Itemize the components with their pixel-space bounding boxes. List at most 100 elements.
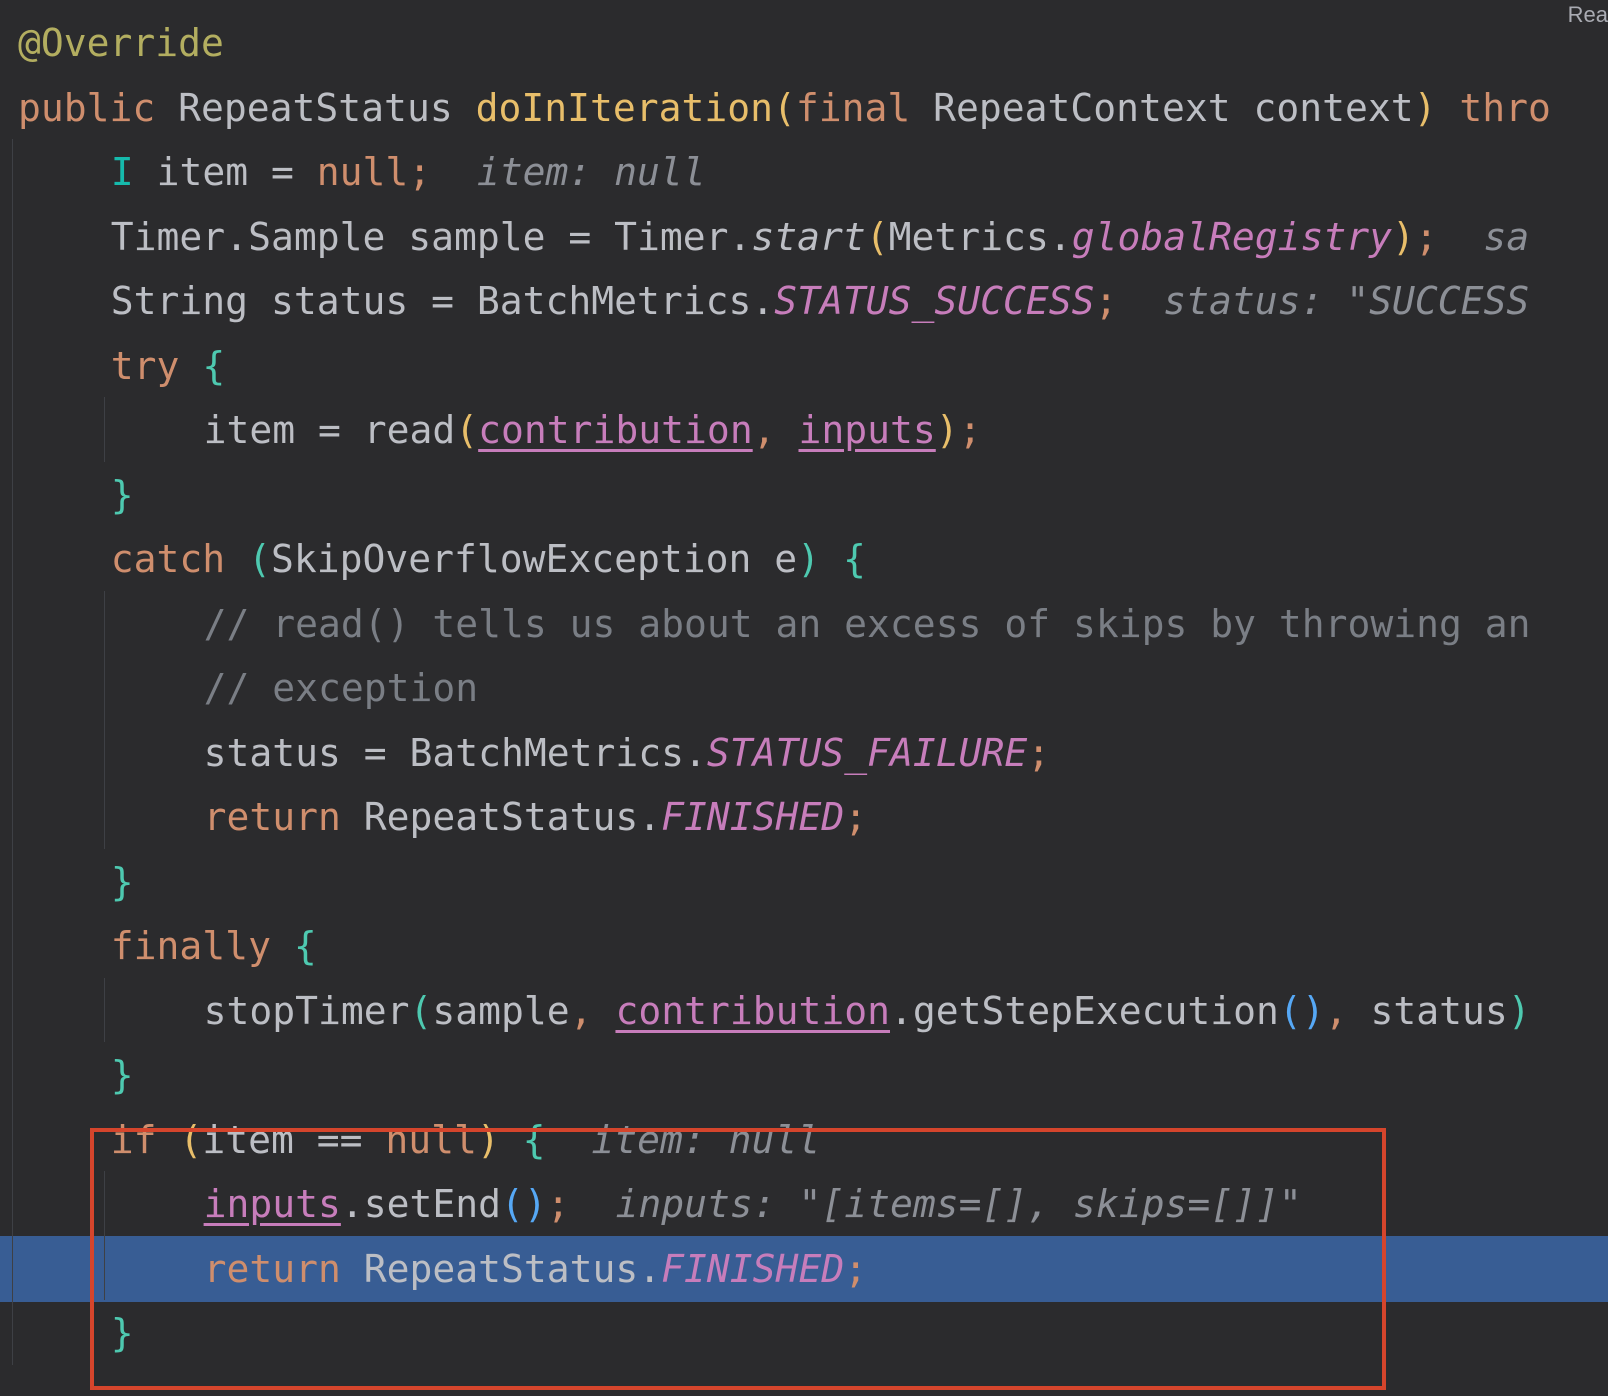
code-token: public	[18, 85, 156, 130]
code-token: (	[455, 408, 479, 452]
code-token: )	[1413, 85, 1437, 130]
code-token: ;	[408, 150, 432, 194]
code-token: ;	[958, 408, 982, 452]
code-token: if	[110, 1117, 157, 1162]
code-token: }	[110, 472, 134, 517]
code-token: (	[248, 537, 271, 581]
code-token: (	[773, 85, 796, 130]
code-token: SkipOverflowException e	[270, 537, 798, 581]
code-line[interactable]: public RepeatStatus doInIteration(final …	[0, 75, 1608, 141]
code-token: ;	[1027, 730, 1051, 775]
code-token: ,	[1324, 988, 1348, 1033]
code-line[interactable]: @Override	[0, 10, 1608, 76]
code-editor[interactable]: @Override public RepeatStatus doInIterati…	[0, 0, 1608, 1396]
code-line[interactable]: stopTimer(sample, contribution.getStepEx…	[0, 978, 1608, 1044]
code-token: contribution	[478, 408, 753, 452]
indent-guide	[104, 977, 105, 1042]
code-line[interactable]: // exception	[0, 655, 1608, 721]
code-line[interactable]: status = BatchMetrics.STATUS_FAILURE;	[0, 720, 1608, 786]
code-line[interactable]: if (item == null) { item: null	[0, 1107, 1608, 1173]
code-line[interactable]: }	[0, 462, 1608, 528]
code-token: inputs	[798, 408, 936, 452]
code-token: ,	[569, 988, 593, 1033]
code-line[interactable]: String status = BatchMetrics.STATUS_SUCC…	[0, 268, 1608, 334]
code-line[interactable]: item = read(contribution, inputs);	[0, 397, 1608, 463]
code-token: ,	[752, 408, 776, 452]
code-token: ;	[1094, 279, 1118, 323]
code-token: final	[795, 85, 911, 130]
code-token: RepeatStatus.	[340, 1246, 662, 1291]
code-token: globalRegistry	[1071, 214, 1392, 259]
code-token: inputs	[203, 1182, 341, 1226]
code-token: {	[202, 343, 226, 388]
code-token: {	[842, 537, 866, 581]
code-token: RepeatStatus.	[340, 795, 662, 839]
indent-guide	[104, 1171, 105, 1300]
code-token: RepeatContext context	[910, 85, 1414, 130]
code-token: status = BatchMetrics.	[203, 730, 707, 775]
code-token: inputs: "[items=[], skips=[]]"	[615, 1182, 1302, 1226]
code-token: status	[1347, 988, 1508, 1033]
code-token: item: null	[476, 150, 706, 194]
code-token: I	[110, 150, 134, 194]
code-token: }	[110, 1053, 134, 1097]
code-token: // read() tells us about an excess of sk…	[203, 601, 1531, 646]
code-token: )	[935, 408, 959, 452]
code-token: try	[110, 343, 180, 388]
code-token: ()	[1278, 988, 1325, 1033]
code-token: return	[203, 795, 341, 839]
code-token: null	[316, 150, 409, 194]
code-token: ()	[501, 1182, 547, 1226]
code-line[interactable]: try {	[0, 333, 1608, 399]
code-line[interactable]: }	[0, 1042, 1608, 1108]
code-token: Metrics.	[888, 214, 1072, 259]
code-token: stopTimer	[203, 988, 410, 1033]
code-token: @Override	[18, 21, 224, 65]
corner-label: Rea	[1567, 2, 1608, 27]
code-token: FINISHED	[661, 795, 845, 839]
code-token: )	[1507, 988, 1531, 1033]
code-line[interactable]: }	[0, 849, 1608, 915]
code-line[interactable]: // read() tells us about an excess of sk…	[0, 591, 1608, 657]
code-token: ;	[1414, 214, 1438, 259]
code-line[interactable]: return RepeatStatus.FINISHED;	[0, 784, 1608, 850]
code-token: .getStepExecution	[890, 988, 1279, 1033]
code-token: sample	[432, 988, 570, 1033]
code-token: item ==	[202, 1117, 386, 1162]
code-token: RepeatStatus	[155, 85, 476, 130]
execution-point-line[interactable]: return RepeatStatus.FINISHED;	[0, 1235, 1608, 1302]
code-line[interactable]: inputs.setEnd(); inputs: "[items=[], ski…	[0, 1171, 1608, 1237]
code-token: {	[293, 924, 317, 968]
code-token: ;	[844, 1246, 868, 1291]
code-token: finally	[110, 924, 271, 968]
code-line[interactable]: finally {	[0, 913, 1608, 979]
code-line[interactable]: catch (SkipOverflowException e) {	[0, 526, 1608, 592]
code-token: )	[1392, 214, 1415, 259]
code-token: (	[179, 1117, 203, 1162]
code-token: start	[751, 214, 866, 259]
code-token: {	[522, 1117, 546, 1162]
code-token: catch	[110, 537, 226, 581]
code-token: status: "SUCCESS	[1163, 279, 1530, 323]
code-token: FINISHED	[661, 1246, 845, 1291]
code-line[interactable]: Timer.Sample sample = Timer.start(Metric…	[0, 204, 1608, 270]
code-line[interactable]: }	[0, 1300, 1608, 1366]
code-token: Timer.Sample sample = Timer.	[110, 214, 752, 259]
code-line[interactable]: I item = null; item: null	[0, 139, 1608, 205]
code-token: )	[476, 1117, 500, 1162]
code-token: item = read	[203, 408, 456, 452]
code-token: thro	[1459, 85, 1551, 130]
code-token: STATUS_FAILURE	[706, 730, 1028, 775]
